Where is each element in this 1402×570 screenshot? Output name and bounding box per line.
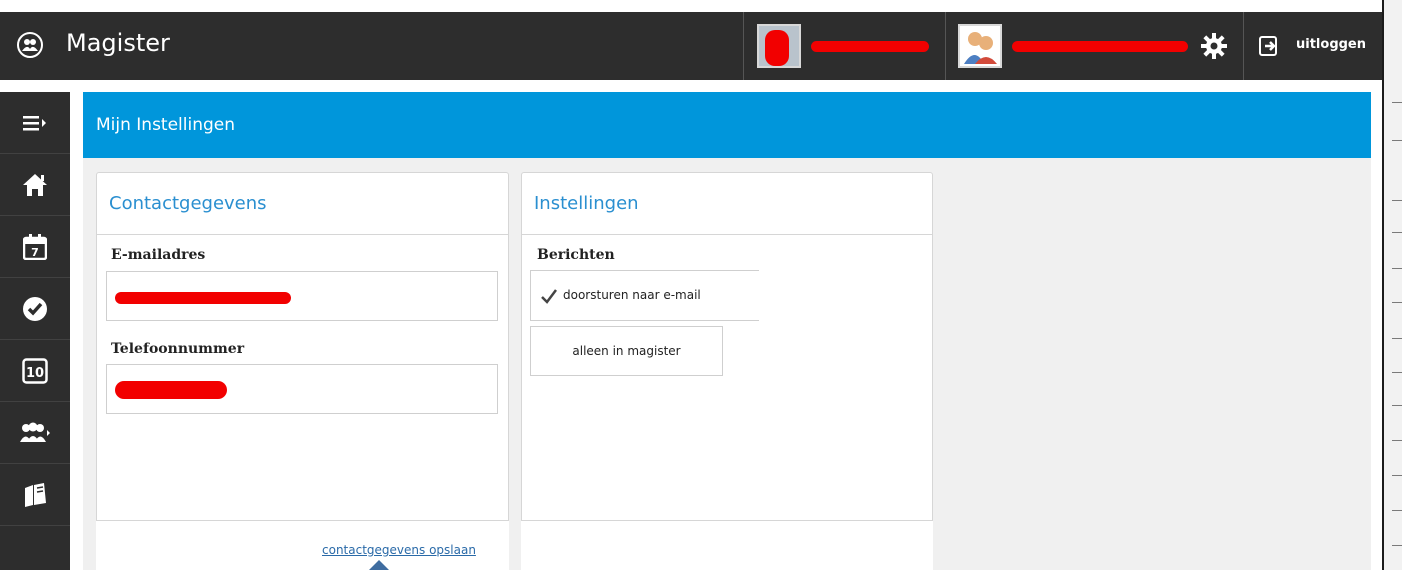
page-title: Mijn Instellingen [96, 115, 236, 135]
grades-icon: 10 [22, 357, 48, 384]
menu-toggle-icon [23, 115, 46, 130]
settings-panel: Instellingen Berichten doorsturen naar e… [521, 172, 933, 570]
logout-icon[interactable] [1258, 35, 1280, 57]
save-contact-link[interactable]: contactgegevens opslaan [322, 543, 476, 557]
option-forward-email-label: doorsturen naar e-mail [563, 288, 701, 302]
user-account-parent[interactable] [958, 12, 1192, 80]
topbar-divider [945, 12, 946, 80]
settings-panel-header: Instellingen [522, 173, 932, 235]
contact-panel-title: Contactgegevens [109, 193, 267, 214]
sidebar-item-home[interactable] [0, 154, 70, 216]
settings-panel-title: Instellingen [534, 193, 639, 214]
check-icon [23, 296, 47, 321]
magister-logo-icon [17, 32, 43, 58]
contact-panel-header: Contactgegevens [97, 173, 508, 235]
sidebar-toggle[interactable] [0, 92, 70, 154]
top-bar: Magister uitloggen [0, 12, 1382, 80]
contact-panel: Contactgegevens E-mailadres Telefoonnumm… [96, 172, 509, 570]
sidebar: 7 10 [0, 92, 70, 570]
logout-button[interactable]: uitloggen [1296, 37, 1366, 52]
calendar-badge: 7 [31, 246, 39, 259]
email-field[interactable] [106, 271, 498, 321]
parent-name [1012, 39, 1192, 53]
email-label: E-mailadres [111, 247, 206, 263]
contact-panel-footer: contactgegevens opslaan [96, 520, 509, 570]
option-only-magister[interactable]: alleen in magister [530, 326, 723, 376]
sidebar-item-grades[interactable]: 10 [0, 340, 70, 402]
sidebar-item-tasks[interactable] [0, 278, 70, 340]
grades-badge: 10 [26, 366, 44, 381]
parent-avatar-icon [958, 24, 1002, 68]
user-account-student[interactable] [757, 12, 931, 80]
option-only-magister-label: alleen in magister [572, 344, 681, 358]
email-redaction [115, 292, 291, 304]
sidebar-item-books[interactable] [0, 464, 70, 526]
phone-label: Telefoonnummer [111, 341, 245, 357]
topbar-divider [743, 12, 744, 80]
gear-icon[interactable] [1200, 32, 1228, 60]
window-edge [1382, 0, 1402, 570]
people-icon [20, 422, 50, 442]
magister-window: Magister uitloggen 7 10 Mijn Instellinge… [0, 0, 1402, 570]
topbar-divider [1243, 12, 1244, 80]
messages-section-label: Berichten [537, 247, 615, 263]
checkmark-icon [541, 289, 557, 304]
sidebar-item-people[interactable] [0, 402, 70, 464]
option-forward-email[interactable]: doorsturen naar e-mail [530, 270, 759, 321]
page-header: Mijn Instellingen [83, 92, 1371, 158]
books-icon [25, 482, 46, 507]
app-title: Magister [66, 29, 170, 57]
sidebar-item-agenda[interactable]: 7 [0, 216, 70, 278]
home-icon [23, 173, 47, 196]
pointer-arrow [369, 560, 389, 570]
student-name [811, 39, 931, 53]
phone-redaction [115, 381, 227, 399]
calendar-icon: 7 [23, 233, 47, 260]
student-avatar [757, 24, 801, 68]
phone-field[interactable] [106, 364, 498, 414]
settings-panel-footer [521, 520, 933, 570]
